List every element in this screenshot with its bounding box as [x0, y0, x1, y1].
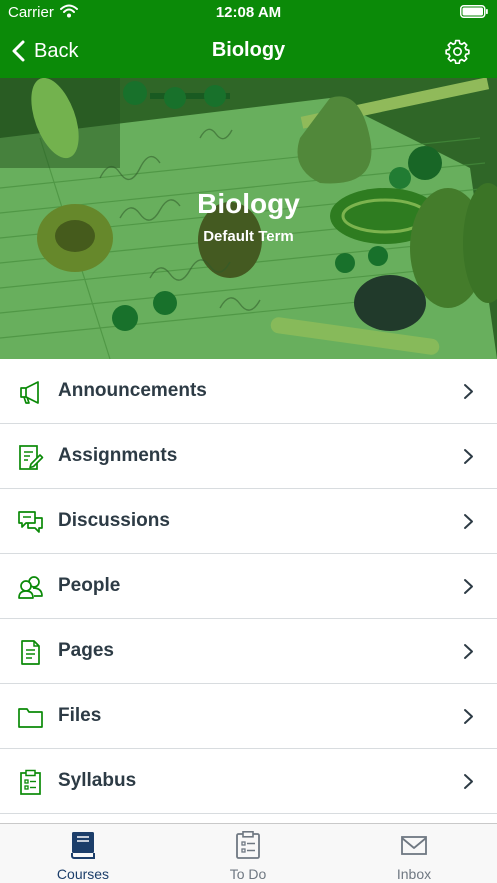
menu-item-label: People — [58, 575, 121, 596]
menu-item-syllabus[interactable]: Syllabus — [0, 749, 497, 814]
menu-item-pages[interactable]: Pages — [0, 619, 497, 684]
menu-item-label: Syllabus — [58, 770, 137, 791]
page-title: Biology — [211, 39, 286, 61]
folder-icon — [18, 708, 43, 728]
tab-inbox[interactable]: Inbox — [354, 824, 474, 883]
menu-item-label: Discussions — [58, 510, 170, 531]
syllabus-icon — [20, 769, 41, 795]
chevron-right-icon — [464, 514, 473, 529]
battery-icon — [460, 5, 488, 18]
gear-icon[interactable] — [445, 39, 470, 64]
chevron-right-icon — [464, 579, 473, 594]
course-menu: Announcements Assignments Discussions Pe… — [0, 359, 497, 814]
page-icon — [21, 640, 40, 665]
chevron-right-icon — [464, 449, 473, 464]
chevron-right-icon — [464, 709, 473, 724]
top-bar: Carrier 12:08 AM Back Biology — [0, 0, 497, 78]
tab-label: To Do — [229, 866, 267, 882]
course-banner: Biology Default Term — [0, 78, 497, 359]
menu-item-label: Assignments — [58, 445, 178, 466]
navigation-bar: Back Biology — [0, 26, 497, 78]
menu-item-assignments[interactable]: Assignments — [0, 424, 497, 489]
people-icon — [18, 576, 43, 599]
chevron-right-icon — [464, 384, 473, 399]
discussion-icon — [18, 511, 43, 533]
menu-item-announcements[interactable]: Announcements — [0, 359, 497, 424]
assignment-icon — [19, 445, 44, 470]
chevron-right-icon — [464, 644, 473, 659]
tab-courses[interactable]: Courses — [23, 824, 143, 883]
menu-item-discussions[interactable]: Discussions — [0, 489, 497, 554]
course-name: Biology — [197, 188, 300, 219]
clipboard-icon — [236, 831, 260, 859]
menu-item-label: Announcements — [58, 380, 207, 401]
megaphone-icon — [20, 381, 39, 404]
menu-item-files[interactable]: Files — [0, 684, 497, 749]
clock: 12:08 AM — [215, 4, 282, 21]
chevron-right-icon — [464, 774, 473, 789]
tab-label: Courses — [56, 866, 110, 882]
tab-label: Inbox — [396, 866, 432, 882]
tab-bar: Courses To Do Inbox — [0, 823, 497, 883]
menu-item-label: Files — [58, 705, 102, 726]
course-term: Default Term — [203, 228, 294, 245]
envelope-icon — [401, 836, 427, 855]
menu-item-people[interactable]: People — [0, 554, 497, 619]
menu-item-label: Pages — [58, 640, 114, 661]
status-bar: Carrier 12:08 AM — [0, 0, 497, 26]
book-icon — [71, 832, 95, 859]
tab-todo[interactable]: To Do — [188, 824, 308, 883]
